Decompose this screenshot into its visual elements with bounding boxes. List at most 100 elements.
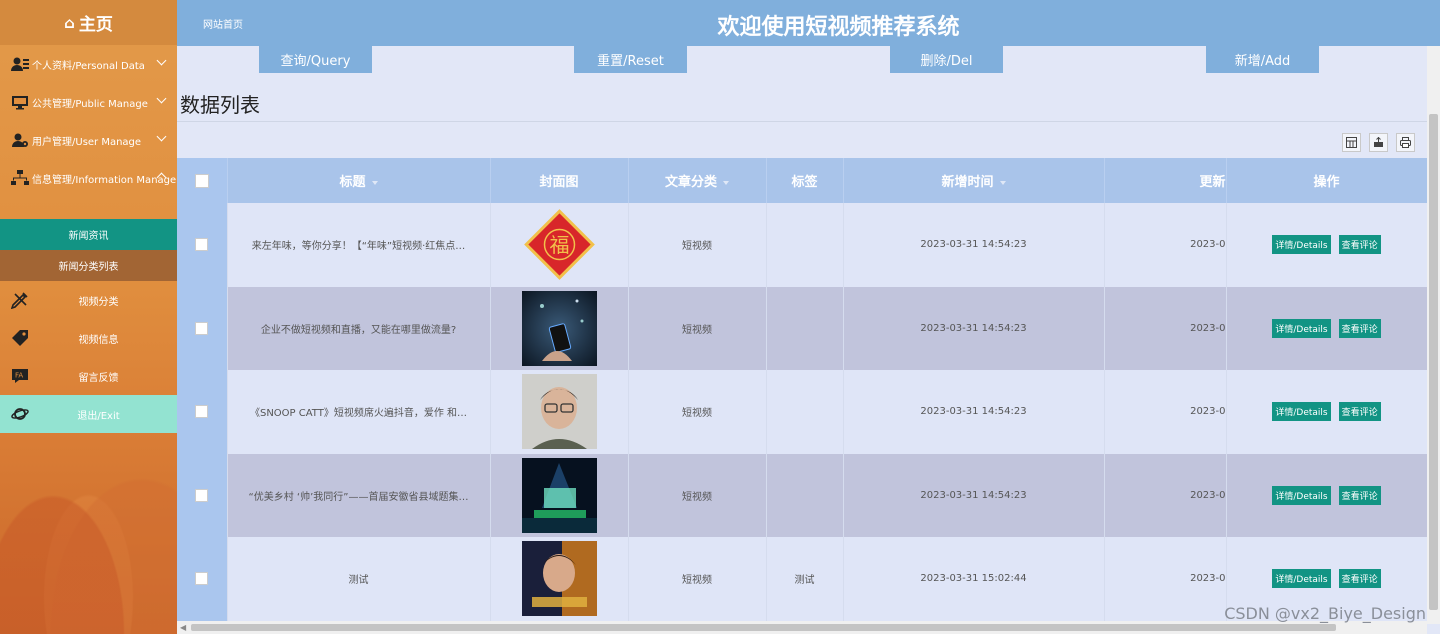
delete-button[interactable]: 删除/Del xyxy=(890,46,1003,73)
sidebar-item-user-manage[interactable]: 用户管理/User Manage xyxy=(0,121,177,159)
grid-columns-icon xyxy=(1346,133,1357,152)
sort-icon xyxy=(371,180,378,185)
sidebar-home[interactable]: ⌂ 主页 xyxy=(0,0,177,45)
sidebar-item-label: 个人资料/Personal Data xyxy=(32,60,145,72)
row-select-cell xyxy=(177,537,228,621)
export-button[interactable] xyxy=(1369,133,1388,152)
sidebar-item-video-category[interactable]: 视频分类 xyxy=(0,281,177,319)
sidebar-subitem-news[interactable]: 新闻资讯 xyxy=(0,219,177,250)
column-toggle-button[interactable] xyxy=(1342,133,1361,152)
view-comments-button[interactable]: 查看评论 xyxy=(1338,402,1381,422)
cell-category: 短视频 xyxy=(628,537,767,621)
sidebar-item-label: 信息管理/Information Manage xyxy=(32,174,177,186)
list-title: 数据列表 xyxy=(180,93,260,117)
monitor-icon xyxy=(10,93,30,111)
scroll-thumb[interactable] xyxy=(1429,114,1438,610)
sidebar-item-video-info[interactable]: 视频信息 xyxy=(0,319,177,357)
sidebar-item-information-manage[interactable]: 信息管理/Information Manage xyxy=(0,159,177,197)
sidebar-item-label: 视频信息 xyxy=(78,334,119,346)
header-label: 更新 xyxy=(1199,175,1226,190)
sidebar-item-exit[interactable]: 退出/Exit xyxy=(0,395,177,433)
row-checkbox[interactable] xyxy=(195,572,209,586)
select-all-checkbox[interactable] xyxy=(194,173,209,188)
header-tag: 标签 xyxy=(766,158,844,203)
query-button[interactable]: 查询/Query xyxy=(259,46,372,73)
cell-updated: 2023-0 xyxy=(1104,370,1227,454)
cell-updated: 2023-0 xyxy=(1104,453,1227,537)
details-button[interactable]: 详情/Details xyxy=(1272,485,1331,505)
cell-cover: 福 xyxy=(490,203,629,287)
header-label: 文章分类 xyxy=(664,175,717,190)
cell-tag: 测试 xyxy=(766,537,844,621)
scroll-thumb[interactable] xyxy=(191,624,1336,631)
cell-created: 2023-03-31 14:54:23 xyxy=(843,286,1105,370)
header-category[interactable]: 文章分类 xyxy=(628,158,767,203)
add-button[interactable]: 新增/Add xyxy=(1206,46,1319,73)
cell-cover xyxy=(490,453,629,537)
reset-button[interactable]: 重置/Reset xyxy=(574,46,687,73)
cell-actions: 详情/Details 查看评论 xyxy=(1225,370,1427,454)
cell-category: 短视频 xyxy=(628,453,767,537)
user-card-icon xyxy=(10,55,30,73)
header-label: 封面图 xyxy=(539,175,579,190)
cell-created: 2023-03-31 15:02:44 xyxy=(843,537,1105,621)
row-checkbox[interactable] xyxy=(195,238,209,252)
sitemap-icon xyxy=(10,169,30,187)
view-comments-button[interactable]: 查看评论 xyxy=(1338,318,1381,338)
sort-icon xyxy=(723,180,729,185)
scroll-left-icon[interactable]: ◀ xyxy=(180,623,186,632)
row-checkbox[interactable] xyxy=(195,488,209,502)
cell-updated: 2023-0 xyxy=(1104,203,1227,287)
header-label: 新增时间 xyxy=(941,175,994,190)
table-header-row: 标题 封面图 文章分类 标签 新增时间 更新 操作 xyxy=(177,158,1427,203)
sidebar-subitem-news-category[interactable]: 新闻分类列表 xyxy=(0,250,177,281)
vertical-scrollbar[interactable] xyxy=(1427,46,1440,624)
cell-actions: 详情/Details 查看评论 xyxy=(1225,286,1427,370)
details-button[interactable]: 详情/Details xyxy=(1272,318,1331,338)
select-all-cell xyxy=(177,158,228,203)
cell-tag xyxy=(766,370,844,454)
cell-created: 2023-03-31 14:54:23 xyxy=(843,453,1105,537)
cell-category: 短视频 xyxy=(628,286,767,370)
top-header: 网站首页 欢迎使用短视频推荐系统 xyxy=(177,0,1440,46)
watermark: CSDN @vx2_Biye_Design xyxy=(1224,604,1426,623)
cell-cover xyxy=(490,370,629,454)
header-actions: 操作 xyxy=(1225,158,1427,203)
chevron-down-icon xyxy=(156,55,167,66)
row-checkbox[interactable] xyxy=(195,405,209,419)
cell-category: 短视频 xyxy=(628,370,767,454)
details-button[interactable]: 详情/Details xyxy=(1272,569,1331,589)
cell-actions: 详情/Details 查看评论 xyxy=(1225,203,1427,287)
divider xyxy=(177,121,1427,122)
details-button[interactable]: 详情/Details xyxy=(1272,402,1331,422)
chevron-down-icon xyxy=(156,131,167,142)
header-created[interactable]: 新增时间 xyxy=(843,158,1105,203)
header-title[interactable]: 标题 xyxy=(227,158,491,203)
sidebar: ⌂ 主页 个人资料/Personal Data 公共管理/Public Mana… xyxy=(0,0,177,634)
cell-title: 测试 xyxy=(227,537,491,621)
sidebar-item-public-manage[interactable]: 公共管理/Public Manage xyxy=(0,83,177,121)
table-row: 企业不做短视频和直播，又能在哪里做流量? 短视频 2023-03-31 14:54:… xyxy=(177,286,1427,370)
print-button[interactable] xyxy=(1396,133,1415,152)
sidebar-item-label: 公共管理/Public Manage xyxy=(32,98,148,110)
row-select-cell xyxy=(177,370,228,454)
header-label: 操作 xyxy=(1313,175,1340,190)
print-icon xyxy=(1400,133,1411,152)
details-button[interactable]: 详情/Details xyxy=(1272,235,1331,255)
row-checkbox[interactable] xyxy=(195,321,209,335)
cover-image xyxy=(521,374,597,450)
cell-title: “优美乡村 ‘帅’我同行”——首届安徽省县域题集… xyxy=(227,453,491,537)
sidebar-item-feedback[interactable]: FA 留言反馈 xyxy=(0,357,177,395)
view-comments-button[interactable]: 查看评论 xyxy=(1338,235,1381,255)
sidebar-item-personal-data[interactable]: 个人资料/Personal Data xyxy=(0,45,177,83)
row-select-cell xyxy=(177,453,228,537)
cover-image xyxy=(521,541,597,617)
export-icon xyxy=(1373,133,1384,152)
chevron-down-icon xyxy=(156,93,167,104)
cell-category: 短视频 xyxy=(628,203,767,287)
table-row: 《SNOOP CATT》短视频席火遍抖音，爱作 和… 短视频 2023-03-31 … xyxy=(177,370,1427,454)
cell-actions: 详情/Details 查看评论 xyxy=(1225,453,1427,537)
view-comments-button[interactable]: 查看评论 xyxy=(1338,569,1381,589)
header-cover: 封面图 xyxy=(490,158,629,203)
view-comments-button[interactable]: 查看评论 xyxy=(1338,485,1381,505)
